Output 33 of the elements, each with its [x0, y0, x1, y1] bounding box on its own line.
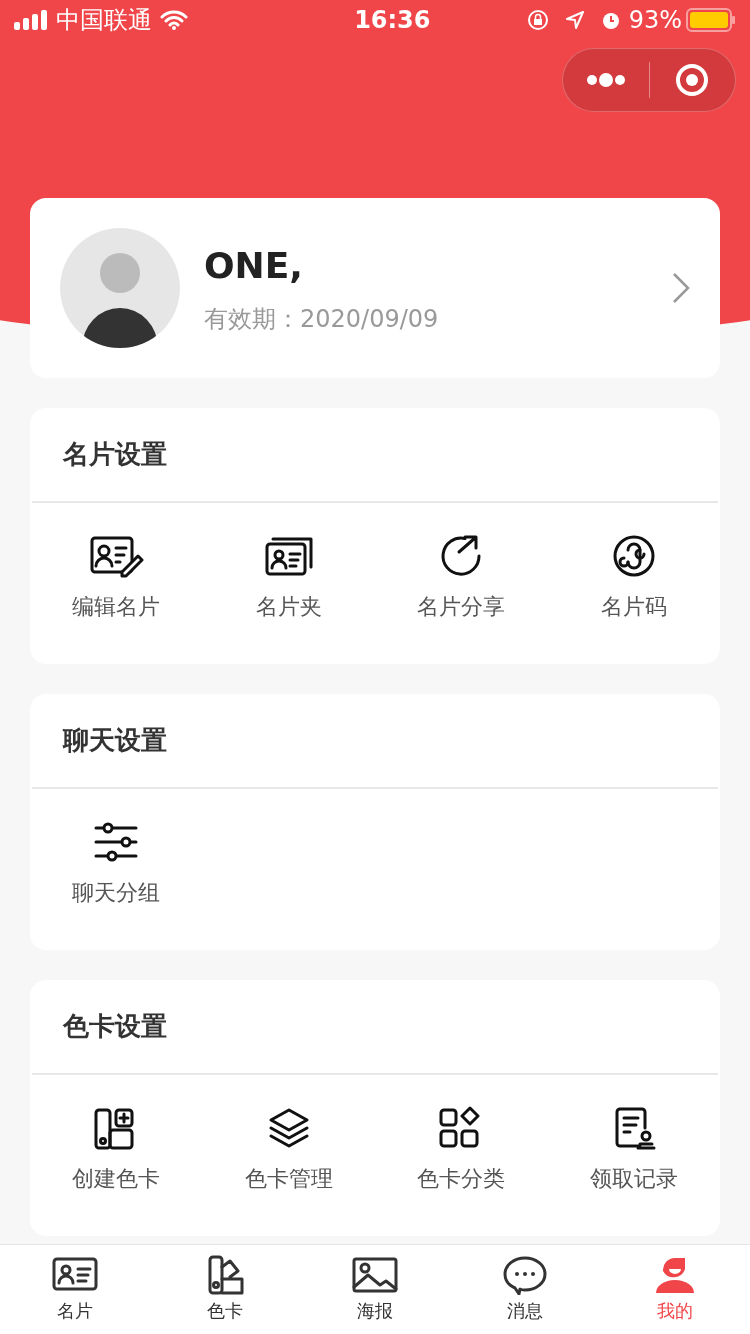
- tab-bar-item[interactable]: 我的: [600, 1245, 750, 1334]
- tab-bar-item[interactable]: 消息: [450, 1245, 600, 1334]
- tab-bar-item[interactable]: 海报: [300, 1245, 450, 1334]
- wifi-icon: [160, 10, 188, 30]
- menu-item[interactable]: 领取记录: [547, 1105, 720, 1196]
- menu-item[interactable]: 名片夹: [202, 533, 375, 624]
- menu-item[interactable]: 名片码: [547, 533, 720, 624]
- signal-icon: [14, 10, 48, 30]
- location-arrow-icon: [564, 10, 585, 30]
- menu-item[interactable]: 色卡分类: [375, 1105, 548, 1196]
- battery-percent: 93%: [628, 5, 682, 36]
- section-title: 聊天设置: [63, 724, 167, 757]
- menu-item[interactable]: 创建色卡: [30, 1105, 203, 1196]
- menu-item[interactable]: 聊天分组: [30, 819, 203, 910]
- carrier-name: 中国联通: [56, 5, 152, 36]
- card-edit-icon: [88, 534, 145, 578]
- more-icon: [585, 73, 626, 87]
- menu-item[interactable]: 名片分享: [375, 533, 548, 624]
- expiry-date: 有效期：2020/09/09: [204, 304, 440, 335]
- clock-time: 16:36: [353, 5, 431, 36]
- profile-card[interactable]: ONE, 有效期：2020/09/09: [30, 198, 720, 378]
- tab-bar-item[interactable]: 名片: [0, 1245, 150, 1334]
- rotation-lock-icon: [526, 9, 549, 31]
- alarm-clock-icon: [600, 10, 621, 30]
- menu-item[interactable]: 编辑名片: [30, 533, 203, 624]
- chevron-right-icon: [672, 272, 690, 304]
- user-name: ONE,: [204, 244, 304, 288]
- battery-icon: [686, 8, 736, 32]
- section-title: 名片设置: [63, 438, 167, 471]
- tab-bar-item[interactable]: 色卡: [150, 1245, 300, 1334]
- section-title: 色卡设置: [63, 1010, 167, 1043]
- target-icon: [675, 63, 710, 97]
- menu-item[interactable]: 色卡管理: [202, 1105, 375, 1196]
